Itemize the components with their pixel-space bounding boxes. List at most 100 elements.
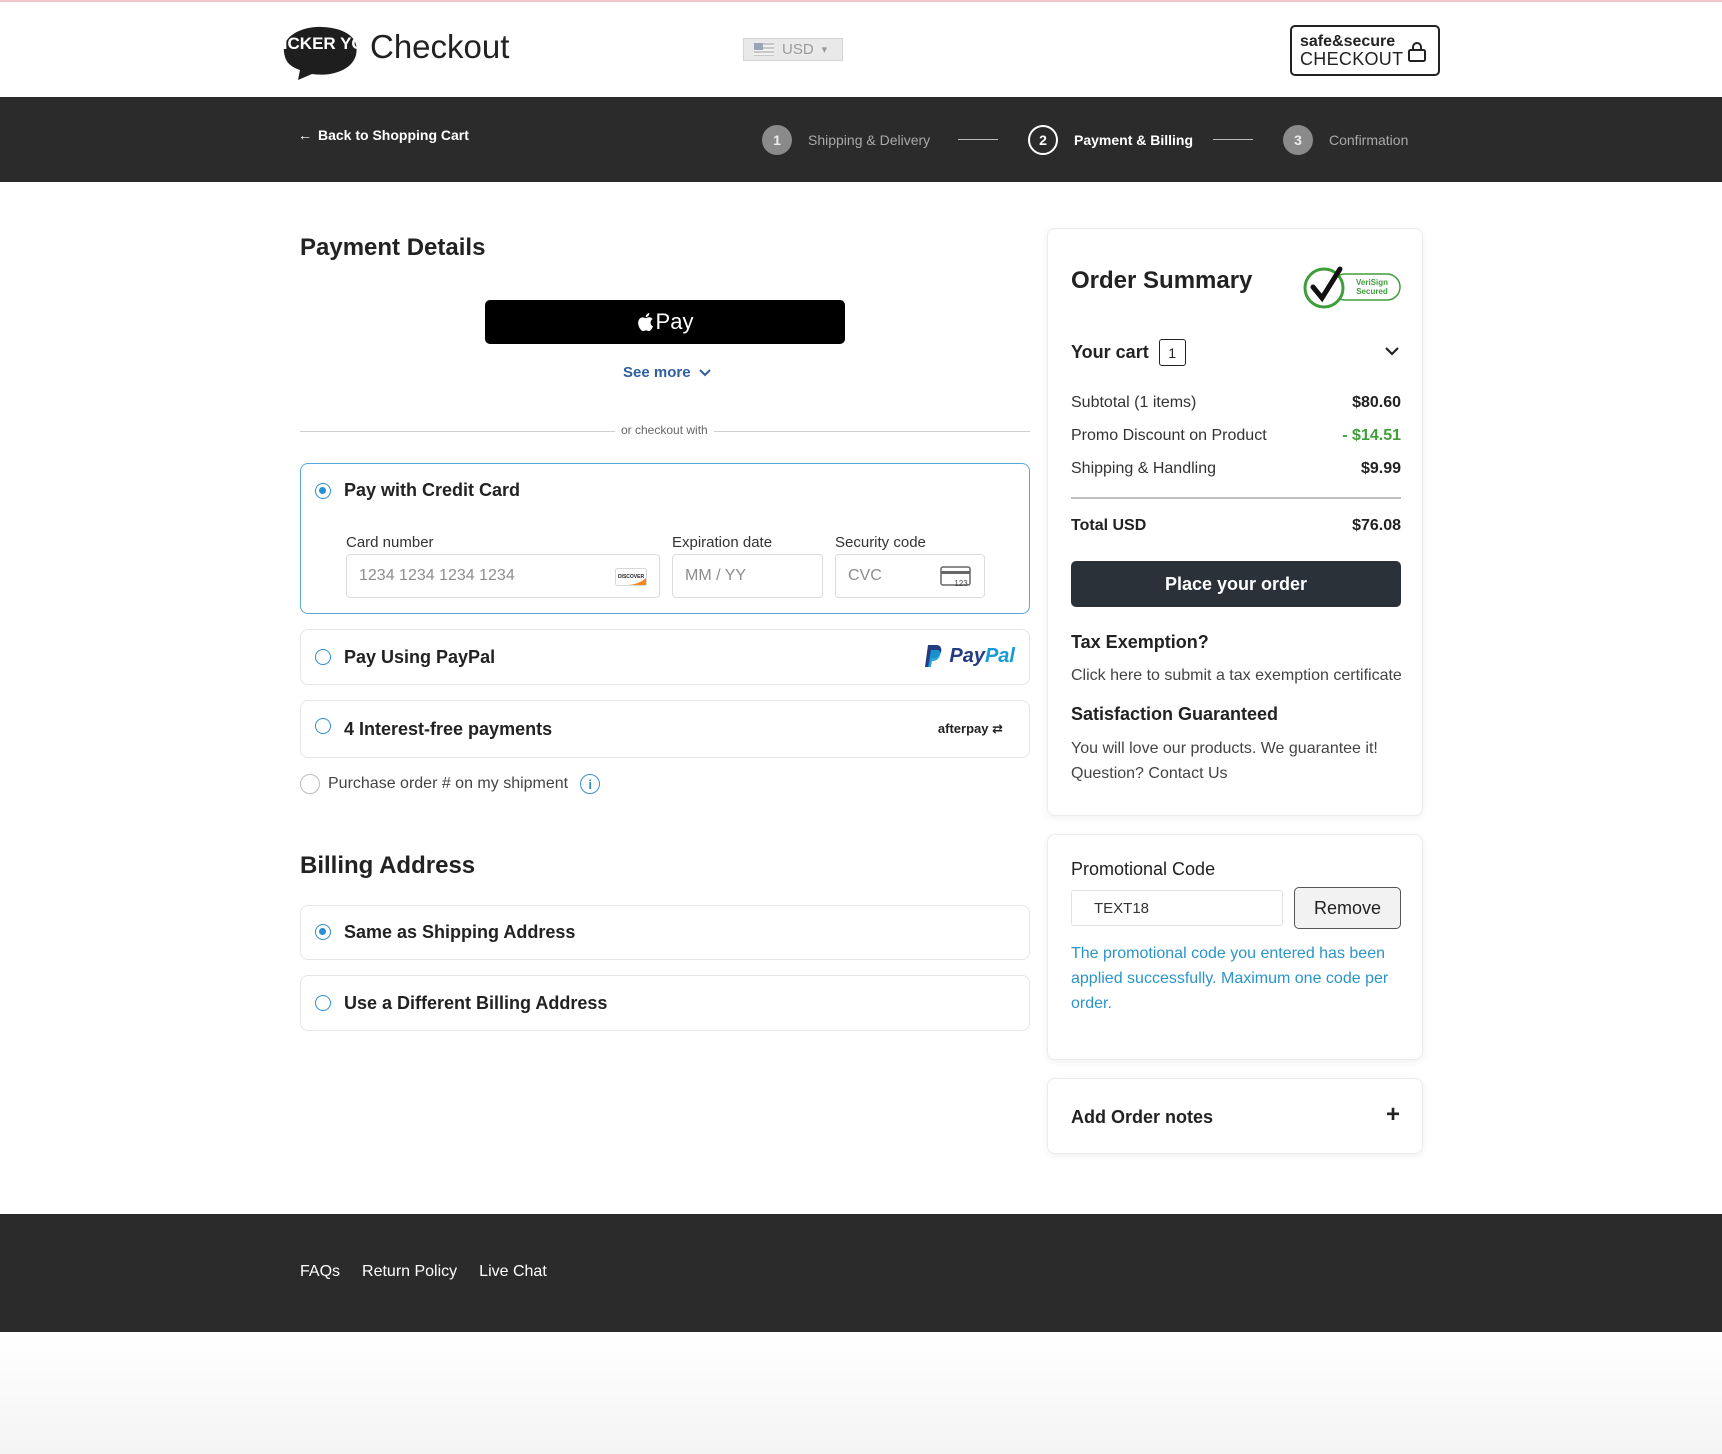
contact-us-link[interactable]: Question? Contact Us: [1071, 761, 1406, 786]
step-label: Confirmation: [1329, 132, 1409, 148]
security-code-input[interactable]: CVC 123: [835, 554, 985, 598]
paypal-icon: [925, 645, 942, 667]
currency-value: USD: [782, 41, 814, 58]
shipping-row: Shipping & Handling $9.99: [1071, 460, 1401, 478]
afterpay-arrows-icon: ⇄: [992, 721, 1003, 736]
stickeryou-logo[interactable]: STICKER YOU: [276, 22, 362, 80]
see-more-label: See more: [623, 364, 691, 381]
paypal-brand-pay: Pay: [949, 644, 985, 667]
order-summary-title: Order Summary: [1071, 267, 1253, 294]
cvc-placeholder: CVC: [848, 567, 882, 584]
shipping-value: $9.99: [1360, 460, 1401, 477]
different-billing-radio[interactable]: [315, 995, 331, 1011]
promo-discount-label: Promo Discount on Product: [1071, 427, 1267, 444]
promo-discount-row: Promo Discount on Product - $14.51: [1071, 427, 1401, 445]
afterpay-logo: afterpay ⇄: [938, 721, 1003, 737]
paypal-radio[interactable]: [315, 649, 331, 665]
card-number-label: Card number: [346, 534, 434, 551]
expiration-date-label: Expiration date: [672, 534, 773, 551]
purchase-order-label: Purchase order # on my shipment: [328, 775, 569, 792]
remove-promo-button[interactable]: Remove: [1294, 887, 1401, 929]
subtotal-label: Subtotal (1 items): [1071, 394, 1197, 411]
promo-code-title: Promotional Code: [1071, 859, 1216, 879]
or-checkout-with-label: or checkout with: [615, 423, 714, 437]
faqs-link[interactable]: FAQs: [300, 1263, 340, 1281]
site-footer: FAQs Return Policy Live Chat: [0, 1214, 1722, 1332]
same-as-shipping-radio[interactable]: [315, 924, 331, 940]
page-bottom: [0, 1332, 1722, 1454]
see-more-link[interactable]: See more: [623, 364, 711, 381]
chevron-down-icon: [698, 368, 711, 376]
step-shipping[interactable]: 1 Shipping & Delivery: [762, 125, 930, 155]
your-cart-label: Your cart: [1071, 342, 1149, 362]
purchase-order-radio[interactable]: [300, 774, 320, 794]
same-as-shipping-label: Same as Shipping Address: [344, 922, 576, 942]
add-order-notes-label: Add Order notes: [1071, 1107, 1214, 1127]
tax-exemption-title: Tax Exemption?: [1071, 632, 1209, 652]
card-number-input[interactable]: 1234 1234 1234 1234 DISCOVER: [346, 554, 660, 598]
promo-success-message: The promotional code you entered has bee…: [1071, 945, 1389, 1012]
paypal-logo: PayPal: [923, 644, 1015, 668]
total-label: Total USD: [1071, 517, 1147, 534]
card-brand-text: DISCOVER: [618, 574, 645, 580]
paypal-brand-pal: Pal: [984, 644, 1015, 667]
step-divider: [958, 139, 998, 140]
shipping-label: Shipping & Handling: [1071, 460, 1216, 477]
live-chat-link[interactable]: Live Chat: [479, 1263, 547, 1281]
back-to-cart-label: Back to Shopping Cart: [318, 127, 469, 143]
promo-discount-value: - $14.51: [1342, 427, 1401, 444]
security-code-label: Security code: [835, 534, 926, 551]
order-summary-card: Order Summary VeriSign Secured Your cart…: [1047, 228, 1423, 816]
step-divider: [1213, 139, 1253, 140]
satisfaction-title: Satisfaction Guaranteed: [1071, 704, 1279, 724]
apple-icon: [637, 313, 653, 332]
total-value: $76.08: [1352, 517, 1401, 534]
chevron-down-icon[interactable]: [1384, 343, 1400, 359]
step-label: Shipping & Delivery: [808, 132, 931, 148]
afterpay-option[interactable]: 4 Interest-free payments afterpay ⇄: [300, 700, 1030, 758]
cart-count-badge: 1: [1158, 339, 1186, 366]
your-cart-toggle[interactable]: Your cart 1: [1071, 339, 1186, 366]
back-to-cart-link[interactable]: ← Back to Shopping Cart: [298, 127, 469, 143]
step-number: 3: [1283, 125, 1313, 155]
return-policy-link[interactable]: Return Policy: [362, 1263, 457, 1281]
step-confirmation[interactable]: 3 Confirmation: [1283, 125, 1408, 155]
afterpay-label: 4 Interest-free payments: [344, 719, 553, 739]
tax-exemption-link[interactable]: Click here to submit a tax exemption cer…: [1071, 663, 1406, 688]
expiration-date-input[interactable]: MM / YY: [672, 554, 823, 598]
page-title: Checkout: [370, 28, 510, 65]
afterpay-radio[interactable]: [315, 718, 331, 734]
purchase-order-option[interactable]: Purchase order # on my shipment i: [300, 774, 601, 794]
total-row: Total USD $76.08: [1071, 517, 1401, 535]
plus-icon[interactable]: +: [1386, 1101, 1400, 1129]
checkout-navbar: ← Back to Shopping Cart 1 Shipping & Del…: [0, 97, 1722, 182]
different-billing-option[interactable]: Use a Different Billing Address: [300, 975, 1030, 1031]
info-icon[interactable]: i: [580, 774, 601, 794]
apple-pay-button[interactable]: Pay: [485, 300, 845, 344]
step-payment[interactable]: 2 Payment & Billing: [1028, 125, 1193, 155]
card-number-placeholder: 1234 1234 1234 1234: [359, 567, 515, 584]
billing-address-title: Billing Address: [300, 852, 476, 879]
secured-text: Secured: [1356, 287, 1388, 296]
same-as-shipping-option[interactable]: Same as Shipping Address: [300, 905, 1030, 960]
promo-code-input[interactable]: TEXT18: [1071, 890, 1283, 926]
paypal-label: Pay Using PayPal: [344, 647, 496, 667]
chevron-down-icon: ▾: [821, 44, 828, 56]
currency-selector[interactable]: USD ▾: [743, 38, 843, 61]
subtotal-row: Subtotal (1 items) $80.60: [1071, 394, 1401, 412]
step-label: Payment & Billing: [1074, 132, 1194, 148]
discover-card-icon: DISCOVER: [615, 568, 647, 586]
credit-card-radio[interactable]: [315, 483, 331, 499]
step-number: 1: [762, 125, 792, 155]
credit-card-option[interactable]: Pay with Credit Card Card number 1234 12…: [300, 463, 1030, 614]
us-flag-icon: [754, 43, 774, 56]
order-notes-card[interactable]: Add Order notes +: [1047, 1078, 1423, 1154]
logo-text-top: STICKER YOU: [276, 34, 362, 53]
verisign-text: VeriSign: [1356, 278, 1388, 287]
promo-code-card: Promotional Code TEXT18 Remove The promo…: [1047, 834, 1423, 1060]
place-order-button[interactable]: Place your order: [1071, 561, 1401, 607]
verisign-secured-badge: VeriSign Secured: [1303, 266, 1401, 309]
paypal-option[interactable]: Pay Using PayPal PayPal: [300, 629, 1030, 685]
credit-card-label: Pay with Credit Card: [344, 480, 521, 500]
afterpay-brand: afterpay: [937, 721, 989, 736]
